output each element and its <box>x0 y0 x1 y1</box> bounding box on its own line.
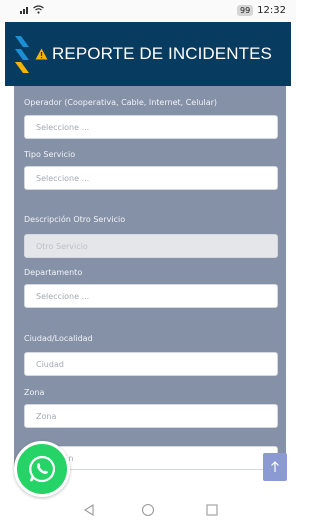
descripcion-otro-input: Otro Servicio <box>24 234 278 258</box>
ciudad-input[interactable]: Ciudad <box>24 352 278 376</box>
operador-label: Operador (Cooperativa, Cable, Internet, … <box>24 98 218 107</box>
scroll-top-button[interactable] <box>263 453 287 481</box>
warning-icon <box>35 48 48 60</box>
ciudad-label: Ciudad/Localidad <box>24 334 93 343</box>
tipo-servicio-select[interactable]: Seleccione ... <box>24 166 278 190</box>
arrow-up-icon <box>271 461 279 472</box>
whatsapp-button[interactable] <box>14 441 70 497</box>
operador-select[interactable]: Seleccione ... <box>24 115 278 139</box>
back-triangle-icon[interactable] <box>82 503 96 517</box>
wifi-icon <box>33 5 44 14</box>
descripcion-otro-label: Descripción Otro Servicio <box>24 215 126 224</box>
signal-icon <box>20 7 28 14</box>
zona-label: Zona <box>24 388 45 397</box>
navigation-bar <box>0 500 296 520</box>
page-title-text: REPORTE DE INCIDENTES <box>52 44 272 63</box>
whatsapp-icon <box>29 455 56 483</box>
departamento-label: Departamento <box>24 268 83 277</box>
home-circle-icon[interactable] <box>141 503 155 517</box>
recents-square-icon[interactable] <box>205 503 219 517</box>
clock: 12:32 <box>257 5 286 16</box>
status-bar: 99 12:32 <box>0 0 296 22</box>
tipo-servicio-label: Tipo Servicio <box>24 150 76 159</box>
page-title: REPORTE DE INCIDENTES <box>35 44 272 64</box>
zona-input[interactable]: Zona <box>24 404 278 428</box>
app-header: REPORTE DE INCIDENTES <box>5 22 291 86</box>
battery-indicator: 99 <box>236 5 254 16</box>
status-right: 99 12:32 <box>236 5 286 16</box>
departamento-select[interactable]: Seleccione ... <box>24 284 278 308</box>
status-left <box>20 5 44 14</box>
incident-form: Operador (Cooperativa, Cable, Internet, … <box>14 86 286 470</box>
